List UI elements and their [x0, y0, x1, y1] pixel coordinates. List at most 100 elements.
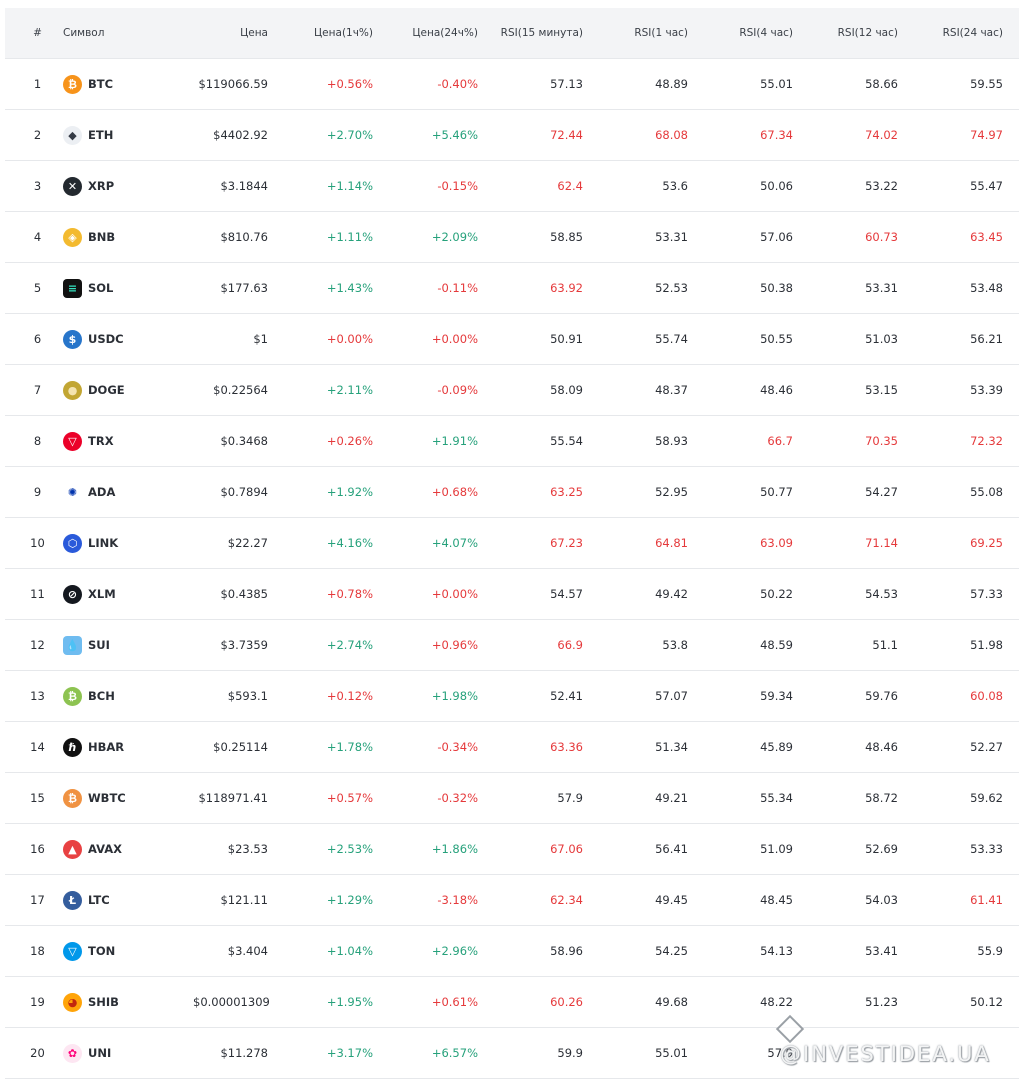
rsi-4h-cell: 55.34 — [760, 791, 793, 805]
btc-icon: ₿ — [63, 74, 82, 94]
symbol-cell[interactable]: ✿ UNI — [60, 1043, 193, 1063]
table-row[interactable]: 11 ⊘ XLM $0.4385 +0.78% +0.00% 54.57 49.42 50.22… — [5, 569, 1019, 620]
col-header-rsi-24h[interactable]: RSI(24 час) — [898, 27, 1003, 39]
rsi-1h-cell: 49.45 — [655, 893, 688, 907]
symbol-label[interactable]: XRP — [88, 179, 114, 193]
symbol-cell[interactable]: ◆ ETH — [60, 125, 193, 145]
avax-icon: ▲ — [63, 839, 82, 859]
rsi-4h-cell: 50.38 — [760, 281, 793, 295]
table-row[interactable]: 2 ◆ ETH $4402.92 +2.70% +5.46% 72.44 68.08 67.34… — [5, 110, 1019, 161]
table-row[interactable]: 8 ▽ TRX $0.3468 +0.26% +1.91% 55.54 58.93 66.7 70… — [5, 416, 1019, 467]
symbol-label[interactable]: DOGE — [88, 383, 125, 397]
symbol-cell[interactable]: ● DOGE — [60, 380, 193, 400]
price-cell: $119066.59 — [198, 77, 268, 91]
rsi-4h-cell: 57.06 — [760, 230, 793, 244]
table-row[interactable]: 7 ● DOGE $0.22564 +2.11% -0.09% 58.09 48.37 48.4… — [5, 365, 1019, 416]
col-header-rsi-1h[interactable]: RSI(1 час) — [583, 27, 688, 39]
symbol-label[interactable]: TRX — [88, 434, 114, 448]
rsi-15m-cell: 67.06 — [550, 842, 583, 856]
symbol-cell[interactable]: ℏ HBAR — [60, 737, 193, 757]
symbol-label[interactable]: SUI — [88, 638, 110, 652]
symbol-cell[interactable]: ≡ SOL — [60, 278, 193, 298]
rsi-4h-cell: 54.13 — [760, 944, 793, 958]
table-row[interactable]: 15 ₿ WBTC $118971.41 +0.57% -0.32% 57.9 49.21 55… — [5, 773, 1019, 824]
rsi-24h-cell: 59.55 — [970, 77, 1003, 91]
rsi-4h-cell: 57.9 — [767, 1046, 793, 1060]
table-row[interactable]: 13 ₿ BCH $593.1 +0.12% +1.98% 52.41 57.07 59.34 5… — [5, 671, 1019, 722]
col-header-change-1h[interactable]: Цена(1ч%) — [268, 27, 373, 39]
rsi-24h-cell: 51.98 — [970, 638, 1003, 652]
rsi-12h-cell: 48.46 — [865, 740, 898, 754]
symbol-label[interactable]: SHIB — [88, 995, 119, 1009]
change-1h-cell: +3.17% — [326, 1046, 373, 1060]
symbol-cell[interactable]: ⬡ LINK — [60, 533, 193, 553]
symbol-label[interactable]: USDC — [88, 332, 124, 346]
rsi-1h-cell: 53.8 — [662, 638, 688, 652]
rsi-24h-cell: 55.47 — [970, 179, 1003, 193]
table-row[interactable]: 18 ▽ TON $3.404 +1.04% +2.96% 58.96 54.25 54.13 5… — [5, 926, 1019, 977]
col-header-change-24h[interactable]: Цена(24ч%) — [373, 27, 478, 39]
symbol-cell[interactable]: ✺ ADA — [60, 482, 193, 502]
table-row[interactable]: 6 $ USDC $1 +0.00% +0.00% 50.91 55.74 50.55 51.03… — [5, 314, 1019, 365]
symbol-label[interactable]: BCH — [88, 689, 115, 703]
table-row[interactable]: 14 ℏ HBAR $0.25114 +1.78% -0.34% 63.36 51.34 45.… — [5, 722, 1019, 773]
change-24h-cell: +0.00% — [431, 332, 478, 346]
symbol-label[interactable]: HBAR — [88, 740, 124, 754]
table-row[interactable]: 4 ◈ BNB $810.76 +1.11% +2.09% 58.85 53.31 57.06 6… — [5, 212, 1019, 263]
table-row[interactable]: 3 ✕ XRP $3.1844 +1.14% -0.15% 62.4 53.6 50.06 53.… — [5, 161, 1019, 212]
symbol-cell[interactable]: ⊘ XLM — [60, 584, 193, 604]
col-header-symbol[interactable]: Символ — [60, 27, 193, 39]
rsi-15m-cell: 63.25 — [550, 485, 583, 499]
col-header-rsi-4h[interactable]: RSI(4 час) — [688, 27, 793, 39]
symbol-cell[interactable]: ◕ SHIB — [60, 992, 193, 1012]
change-24h-cell: -0.09% — [437, 383, 478, 397]
symbol-cell[interactable]: ▲ AVAX — [60, 839, 193, 859]
table-row[interactable]: 9 ✺ ADA $0.7894 +1.92% +0.68% 63.25 52.95 50.77 5… — [5, 467, 1019, 518]
rsi-4h-cell: 63.09 — [760, 536, 793, 550]
symbol-label[interactable]: ADA — [88, 485, 115, 499]
change-1h-cell: +4.16% — [326, 536, 373, 550]
change-1h-cell: +1.95% — [326, 995, 373, 1009]
symbol-label[interactable]: WBTC — [88, 791, 126, 805]
rsi-15m-cell: 58.96 — [550, 944, 583, 958]
col-header-rank[interactable]: # — [5, 27, 60, 39]
col-header-rsi-15m[interactable]: RSI(15 минута) — [478, 27, 583, 39]
symbol-label[interactable]: XLM — [88, 587, 116, 601]
price-cell: $1 — [253, 332, 268, 346]
symbol-label[interactable]: AVAX — [88, 842, 122, 856]
symbol-label[interactable]: SOL — [88, 281, 113, 295]
symbol-cell[interactable]: ▽ TON — [60, 941, 193, 961]
symbol-cell[interactable]: 💧 SUI — [60, 635, 193, 655]
symbol-cell[interactable]: $ USDC — [60, 329, 193, 349]
symbol-cell[interactable]: Ł LTC — [60, 890, 193, 910]
table-row[interactable]: 1 ₿ BTC $119066.59 +0.56% -0.40% 57.13 48.89 55.… — [5, 59, 1019, 110]
symbol-label[interactable]: ETH — [88, 128, 113, 142]
symbol-label[interactable]: LINK — [88, 536, 118, 550]
change-1h-cell: +1.78% — [326, 740, 373, 754]
col-header-rsi-12h[interactable]: RSI(12 час) — [793, 27, 898, 39]
symbol-label[interactable]: BTC — [88, 77, 113, 91]
table-row[interactable]: 5 ≡ SOL $177.63 +1.43% -0.11% 63.92 52.53 50.38 5… — [5, 263, 1019, 314]
symbol-cell[interactable]: ₿ WBTC — [60, 788, 193, 808]
symbol-label[interactable]: BNB — [88, 230, 115, 244]
symbol-label[interactable]: UNI — [88, 1046, 111, 1060]
table-row[interactable]: 10 ⬡ LINK $22.27 +4.16% +4.07% 67.23 64.81 63.09… — [5, 518, 1019, 569]
symbol-cell[interactable]: ₿ BTC — [60, 74, 193, 94]
table-row[interactable]: 12 💧 SUI $3.7359 +2.74% +0.96% 66.9 53.8 48.59 51… — [5, 620, 1019, 671]
table-row[interactable]: 17 Ł LTC $121.11 +1.29% -3.18% 62.34 49.45 48.45… — [5, 875, 1019, 926]
symbol-cell[interactable]: ₿ BCH — [60, 686, 193, 706]
col-header-price[interactable]: Цена — [193, 27, 268, 39]
symbol-cell[interactable]: ✕ XRP — [60, 176, 193, 196]
symbol-label[interactable]: LTC — [88, 893, 110, 907]
change-1h-cell: +1.14% — [326, 179, 373, 193]
rank-cell: 17 — [30, 893, 45, 907]
table-row[interactable]: 16 ▲ AVAX $23.53 +2.53% +1.86% 67.06 56.41 51.09… — [5, 824, 1019, 875]
symbol-cell[interactable]: ▽ TRX — [60, 431, 193, 451]
symbol-label[interactable]: TON — [88, 944, 115, 958]
rank-cell: 18 — [30, 944, 45, 958]
symbol-cell[interactable]: ◈ BNB — [60, 227, 193, 247]
ltc-icon: Ł — [63, 890, 82, 910]
rsi-12h-cell: 70.35 — [865, 434, 898, 448]
rsi-12h-cell: 71.14 — [865, 536, 898, 550]
price-cell: $810.76 — [220, 230, 268, 244]
